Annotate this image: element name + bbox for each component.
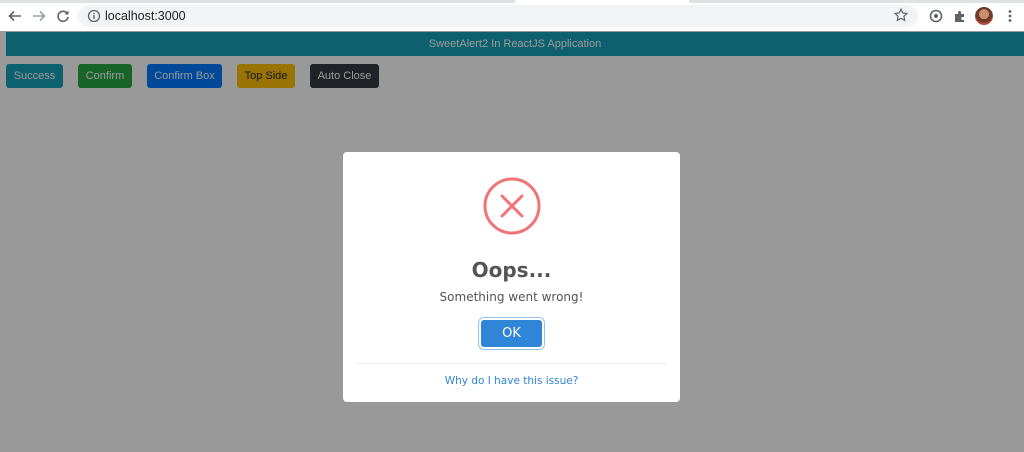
address-bar[interactable]: localhost:3000 [78,5,918,27]
alert-modal: Oops... Something went wrong! OK Why do … [343,152,680,402]
puzzle-extensions-icon[interactable] [952,8,968,24]
error-x-icon [483,177,541,235]
url-text[interactable]: localhost:3000 [105,8,186,24]
site-info-icon[interactable] [87,8,103,24]
modal-title: Oops... [471,258,552,282]
menu-kebab-icon[interactable] [1002,8,1018,24]
forward-arrow-icon[interactable] [31,8,47,24]
modal-footer-divider [356,363,667,364]
reload-icon[interactable] [55,8,71,24]
back-arrow-icon[interactable] [7,8,23,24]
ok-button[interactable]: OK [481,320,542,347]
modal-text: Something went wrong! [439,290,584,304]
profile-avatar[interactable] [975,7,993,25]
help-link[interactable]: Why do I have this issue? [343,375,680,387]
tab-strip [0,0,1024,3]
bookmark-star-icon[interactable] [893,7,910,24]
extension-icon[interactable] [928,8,944,24]
browser-toolbar: localhost:3000 [0,0,1024,31]
